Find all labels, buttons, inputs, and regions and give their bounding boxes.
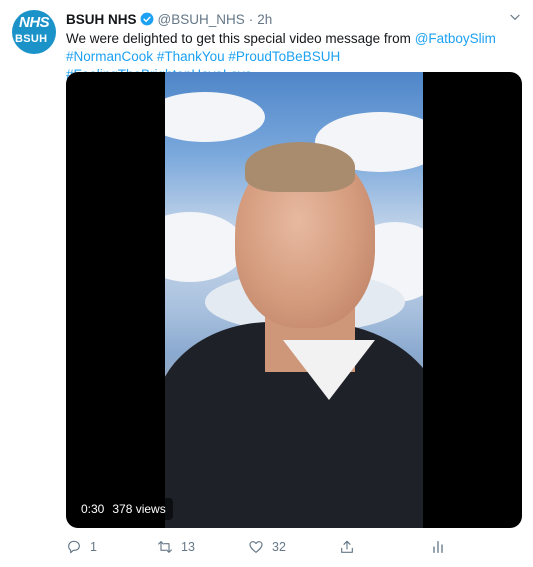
- tweet-actions: 1 13 32: [66, 536, 466, 558]
- tweet-header: BSUH NHS @BSUH_NHS · 2h: [66, 10, 272, 28]
- video-views: 378 views: [112, 502, 166, 516]
- account-handle[interactable]: @BSUH_NHS: [158, 12, 245, 27]
- tweet: NHS BSUH BSUH NHS @BSUH_NHS · 2h We were…: [0, 0, 533, 567]
- hashtag-link[interactable]: #NormanCook: [66, 49, 153, 64]
- hashtag-link[interactable]: #ProudToBeBSUH: [228, 49, 340, 64]
- separator-dot: ·: [248, 11, 254, 27]
- like-count: 32: [272, 540, 286, 554]
- account-name[interactable]: BSUH NHS: [66, 12, 137, 27]
- tweet-text-body: We were delighted to get this special vi…: [66, 31, 415, 46]
- video-duration: 0:30: [81, 502, 105, 516]
- avatar-nhs-text: NHS: [19, 14, 50, 31]
- analytics-button[interactable]: [430, 539, 446, 555]
- video-stats: 0:30 378 views: [74, 498, 173, 520]
- retweet-button[interactable]: 13: [157, 539, 195, 555]
- share-icon: [341, 540, 353, 553]
- avatar-org-text: BSUH: [15, 33, 48, 45]
- like-icon: [249, 541, 263, 553]
- tweet-timestamp[interactable]: 2h: [257, 12, 272, 27]
- mention-link[interactable]: @FatboySlim: [415, 31, 496, 46]
- chevron-down-icon[interactable]: [508, 10, 522, 24]
- like-button[interactable]: 32: [248, 539, 286, 555]
- hashtag-link[interactable]: #ThankYou: [157, 49, 225, 64]
- reply-icon: [68, 540, 80, 554]
- analytics-icon: [433, 541, 443, 553]
- retweet-count: 13: [181, 540, 195, 554]
- video-player[interactable]: 0:30 378 views: [66, 72, 522, 528]
- video-frame: [165, 72, 423, 528]
- reply-count: 1: [90, 540, 97, 554]
- verified-badge-icon: [140, 12, 153, 26]
- retweet-icon: [158, 541, 172, 553]
- avatar[interactable]: NHS BSUH: [12, 10, 56, 54]
- share-button[interactable]: [339, 539, 355, 555]
- reply-button[interactable]: 1: [66, 539, 97, 555]
